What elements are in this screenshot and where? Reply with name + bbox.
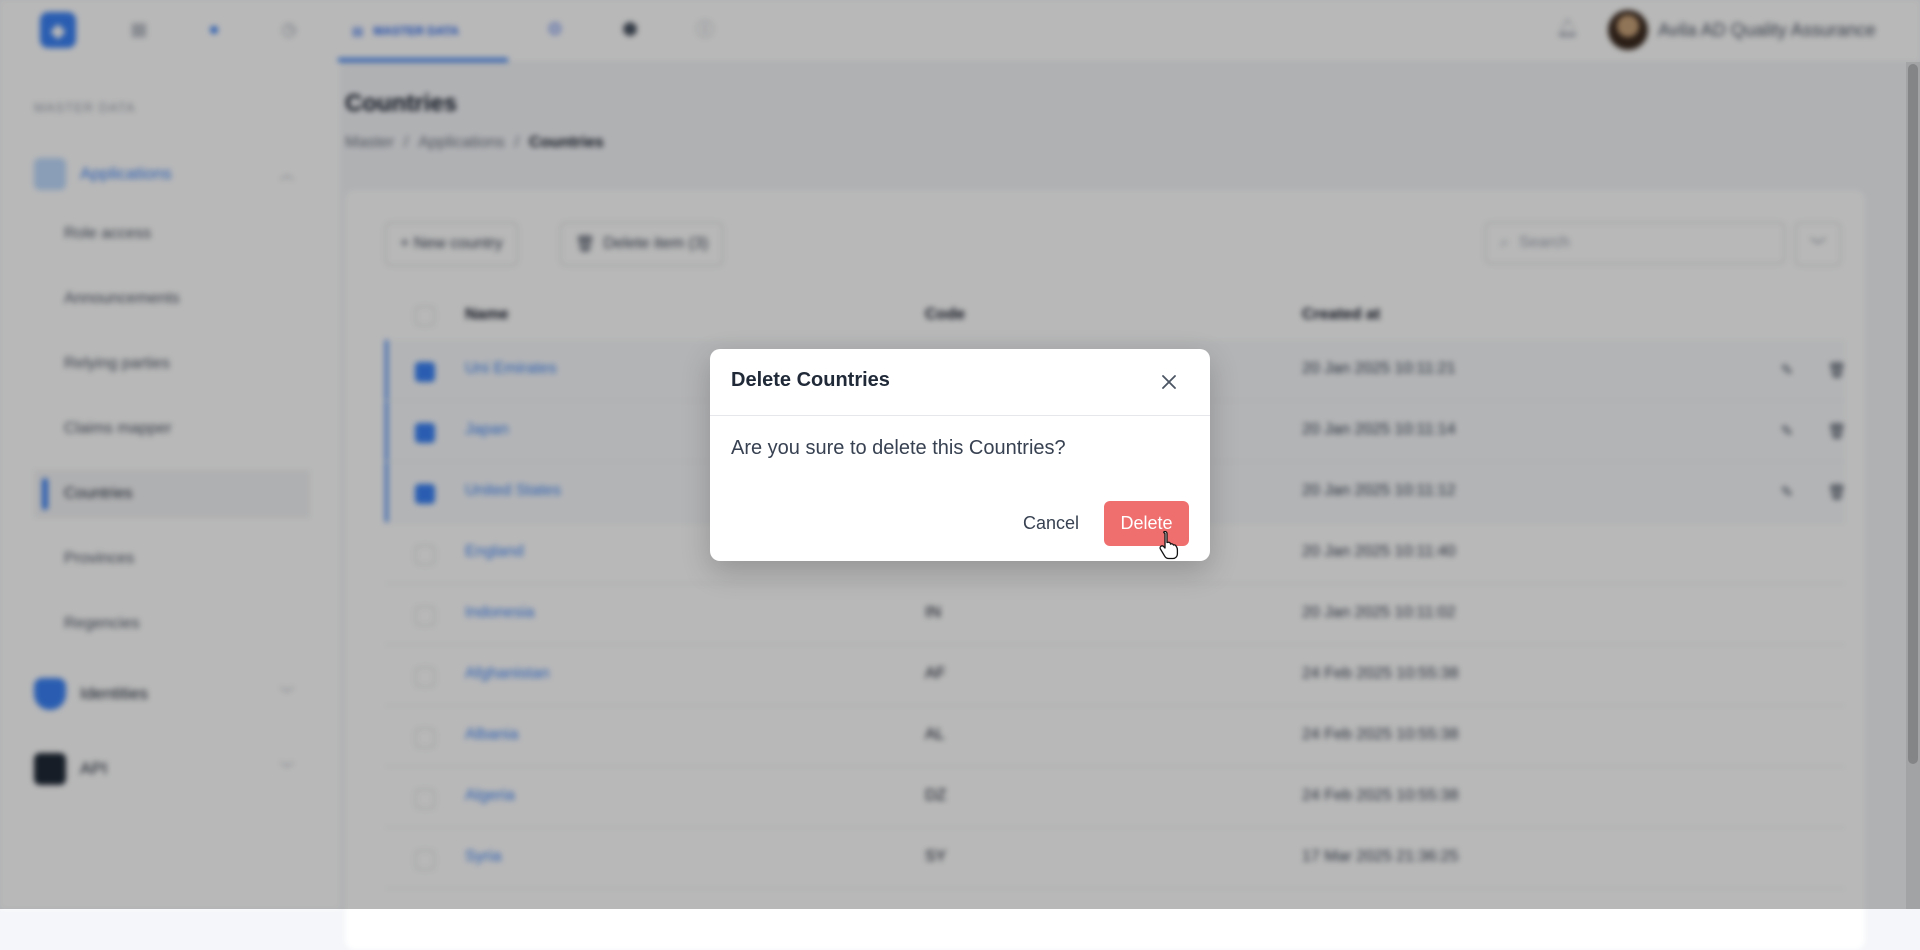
cancel-button[interactable]: Cancel	[1006, 502, 1096, 544]
close-icon[interactable]	[1156, 369, 1182, 395]
dialog-title: Delete Countries	[731, 369, 890, 391]
dialog-header: Delete Countries	[710, 349, 1210, 416]
dialog-message: Are you sure to delete this Countries?	[731, 437, 1066, 459]
pointer-cursor-icon	[1159, 530, 1179, 560]
scrollbar-thumb[interactable]	[1908, 64, 1918, 764]
